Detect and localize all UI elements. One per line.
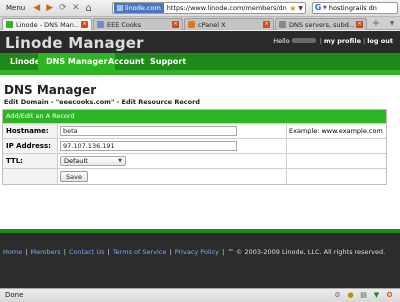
url-text[interactable]: https://www.linode.com/members/dns/res <box>164 4 287 12</box>
form-heading: Add/Edit an A Record <box>3 110 386 123</box>
search-bar[interactable]: G ▼ hostingrails dn <box>312 2 398 14</box>
home-icon[interactable]: ⌂ <box>82 2 95 15</box>
tab-linode-dns[interactable]: Linode - DNS Man... × <box>2 18 92 30</box>
stop-icon[interactable]: ✕ <box>69 2 82 15</box>
submit-spacer <box>3 169 58 184</box>
a-record-form: Add/Edit an A Record Hostname: Example: … <box>2 109 387 185</box>
tab-list-icon[interactable]: ▼ <box>386 18 398 29</box>
reload-icon[interactable]: ⟳ <box>56 2 69 15</box>
tab-label: DNS servers, subd... <box>289 20 354 29</box>
separator: | <box>105 248 112 256</box>
ip-address-input[interactable] <box>60 141 237 151</box>
tab-label: cPanel X <box>198 20 226 29</box>
bookmark-star-icon[interactable]: ★ <box>287 4 298 13</box>
tab-eee-cooks[interactable]: EEE Cooks × <box>93 18 183 30</box>
tab-dns-servers[interactable]: DNS servers, subd... × <box>275 18 367 30</box>
google-search-engine-icon[interactable]: G <box>313 3 323 13</box>
tab-favicon-icon <box>6 21 13 28</box>
tab-label: EEE Cooks <box>107 20 142 29</box>
greeting-text: Hello <box>273 37 290 45</box>
web-page: Linode Manager Hello | my profile | log out … <box>0 31 400 288</box>
tab-favicon-icon <box>279 21 286 28</box>
browser-menu-button[interactable]: Menu <box>0 4 30 12</box>
footer-link-home[interactable]: Home <box>3 248 22 256</box>
ttl-label: TTL: <box>3 154 58 168</box>
tab-favicon-icon <box>188 21 195 28</box>
footer-links: Home | Members | Contact Us | Terms of S… <box>3 248 385 256</box>
footer-link-terms[interactable]: Terms of Service <box>113 248 167 256</box>
separator: | <box>362 37 366 45</box>
close-tab-icon[interactable]: × <box>81 21 88 28</box>
separator: | <box>319 37 322 45</box>
site-footer: Home | Members | Contact Us | Terms of S… <box>0 229 400 288</box>
hostname-input[interactable] <box>60 126 237 136</box>
footer-link-members[interactable]: Members <box>31 248 61 256</box>
hostname-cell <box>58 124 287 138</box>
breadcrumb: Edit Domain - "eeecooks.com" - Edit Reso… <box>4 98 200 106</box>
footer-link-privacy[interactable]: Privacy Policy <box>175 248 219 256</box>
site-identity-icon <box>117 5 123 11</box>
submit-hint <box>287 169 386 184</box>
redacted-username <box>291 38 316 43</box>
ip-address-label: IP Address: <box>3 139 58 153</box>
downloads-icon[interactable]: ▼ <box>372 291 381 300</box>
submit-row: Save <box>3 168 386 184</box>
url-dropdown-icon[interactable]: ▼ <box>298 5 305 12</box>
back-arrow-icon[interactable]: ◀ <box>30 2 43 15</box>
ttl-row: TTL: Default ▼ <box>3 153 386 168</box>
separator: | <box>167 248 174 256</box>
ttl-selected-value: Default <box>64 157 88 165</box>
status-bar: Done ⚙ ● ▤ ▼ ✪ <box>0 288 400 302</box>
ip-address-row: IP Address: <box>3 138 386 153</box>
page-title: DNS Manager <box>4 83 97 97</box>
tab-bar: Linode - DNS Man... × EEE Cooks × cPanel… <box>0 17 400 30</box>
tab-label: Linode - DNS Man... <box>16 20 79 29</box>
user-menu: Hello | my profile | log out <box>273 37 393 45</box>
address-bar[interactable]: linode.com https://www.linode.com/member… <box>112 2 306 14</box>
status-text: Done <box>5 291 24 299</box>
my-profile-link[interactable]: my profile <box>324 37 361 45</box>
addon-icon[interactable]: ⚙ <box>333 291 342 300</box>
tab-cpanel[interactable]: cPanel X × <box>184 18 274 30</box>
status-icons: ⚙ ● ▤ ▼ ✪ <box>333 291 394 300</box>
security-lock-icon[interactable]: ● <box>346 291 355 300</box>
extension-icon[interactable]: ✪ <box>385 291 394 300</box>
url-domain-label: linode.com <box>125 4 161 12</box>
ttl-cell: Default ▼ <box>58 154 287 168</box>
ip-address-cell <box>58 139 287 153</box>
search-input[interactable]: hostingrails dn <box>329 4 377 12</box>
separator: | <box>23 248 30 256</box>
ttl-select[interactable]: Default ▼ <box>60 156 126 166</box>
site-identity-badge[interactable]: linode.com <box>114 3 164 13</box>
page-info-icon[interactable]: ▤ <box>359 291 368 300</box>
ttl-hint <box>287 154 386 168</box>
hostname-label: Hostname: <box>3 124 58 138</box>
main-nav: Linodes DNS Manager Account Support <box>0 53 400 70</box>
chevron-down-icon: ▼ <box>118 158 122 164</box>
forward-arrow-icon[interactable]: ▶ <box>43 2 56 15</box>
hostname-hint: Example: www.example.com <box>289 127 383 135</box>
separator: | <box>220 248 227 256</box>
site-header: Linode Manager Hello | my profile | log out <box>0 31 400 53</box>
nav-support[interactable]: Support <box>142 53 194 70</box>
close-tab-icon[interactable]: × <box>356 21 363 28</box>
new-tab-icon[interactable]: + <box>370 18 382 29</box>
close-tab-icon[interactable]: × <box>172 21 179 28</box>
ip-address-hint <box>287 139 386 153</box>
tab-favicon-icon <box>97 21 104 28</box>
close-tab-icon[interactable]: × <box>263 21 270 28</box>
save-button[interactable]: Save <box>60 171 88 182</box>
separator: | <box>61 248 68 256</box>
nav-subbar <box>0 70 400 75</box>
hostname-row: Hostname: Example: www.example.com <box>3 123 386 138</box>
copyright-text: ™ © 2003-2009 Linode, LLC. All rights re… <box>227 248 386 256</box>
footer-link-contact[interactable]: Contact Us <box>69 248 105 256</box>
site-logo[interactable]: Linode Manager <box>5 34 144 52</box>
log-out-link[interactable]: log out <box>367 37 393 45</box>
submit-cell: Save <box>58 169 287 184</box>
